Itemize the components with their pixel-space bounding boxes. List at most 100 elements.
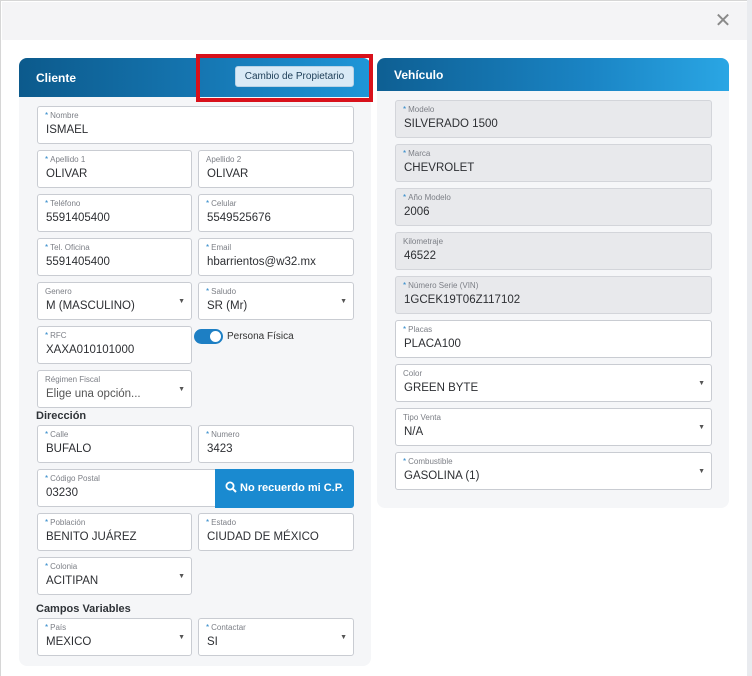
poblacion-field[interactable]: * Población BENITO JUÁREZ [37,513,192,551]
combustible-select[interactable]: * Combustible GASOLINA (1) ▼ [395,452,712,490]
chevron-down-icon: ▼ [698,380,705,387]
regimen-placeholder: Elige una opción... [46,388,141,400]
codigo-postal-field[interactable]: * Código Postal 03230 [37,469,217,507]
persona-fisica-toggle[interactable] [194,329,223,344]
no-recuerdo-cp-button[interactable]: No recuerdo mi C.P. [215,469,354,508]
marca-field: * Marca CHEVROLET [395,144,712,182]
tel-oficina-label: Tel. Oficina [50,243,90,252]
poblacion-label: Población [50,518,86,527]
pais-value: MEXICO [46,636,92,648]
apellido1-label: Apellido 1 [50,155,86,164]
celular-field[interactable]: * Celular 5549525676 [198,194,354,232]
estado-value: CIUDAD DE MÉXICO [207,531,319,543]
modelo-value: SILVERADO 1500 [404,118,498,130]
regimen-select[interactable]: Régimen Fiscal Elige una opción... ▼ [37,370,192,408]
modelo-label: Modelo [408,105,435,114]
tipo-venta-select[interactable]: Tipo Venta N/A ▼ [395,408,712,446]
saludo-value: SR (Mr) [207,300,248,312]
email-value: hbarrientos@w32.mx [207,256,316,268]
marca-label: Marca [408,149,431,158]
contactar-select[interactable]: * Contactar SI ▼ [198,618,354,656]
apellido1-value: OLIVAR [46,168,88,180]
codigo-postal-label: Código Postal [50,474,100,483]
rfc-value: XAXA010101000 [46,344,135,356]
pais-select[interactable]: * País MEXICO ▼ [37,618,192,656]
anio-modelo-field: * Año Modelo 2006 [395,188,712,226]
contactar-label: Contactar [211,623,246,632]
placas-label: Placas [408,325,433,334]
chevron-down-icon: ▼ [340,634,347,641]
color-value: GREEN BYTE [404,382,479,394]
vehiculo-header: Vehículo [377,58,729,91]
anio-modelo-value: 2006 [404,206,430,218]
rfc-field[interactable]: * RFC XAXA010101000 [37,326,192,364]
toggle-knob [210,331,221,342]
cambio-propietario-button[interactable]: Cambio de Propietario [235,66,354,87]
pais-label: País [50,623,67,632]
telefono-value: 5591405400 [46,212,110,224]
contactar-value: SI [207,636,218,648]
kilometraje-label: Kilometraje [403,237,444,246]
colonia-value: ACITIPAN [46,575,99,587]
nombre-label: Nombre [50,111,79,120]
colonia-label: Colonia [50,562,78,571]
scrollbar-track [747,0,752,676]
celular-value: 5549525676 [207,212,271,224]
numero-field[interactable]: * Numero 3423 [198,425,354,463]
genero-value: M (MASCULINO) [46,300,135,312]
email-field[interactable]: * Email hbarrientos@w32.mx [198,238,354,276]
saludo-select[interactable]: * Saludo SR (Mr) ▼ [198,282,354,320]
search-icon [225,481,237,493]
color-select[interactable]: Color GREEN BYTE ▼ [395,364,712,402]
close-icon[interactable]: ✕ [712,11,734,33]
email-label: Email [211,243,232,252]
estado-label: Estado [211,518,237,527]
chevron-down-icon: ▼ [698,424,705,431]
placas-field[interactable]: * Placas PLACA100 [395,320,712,358]
tel-oficina-field[interactable]: * Tel. Oficina 5591405400 [37,238,192,276]
estado-field[interactable]: * Estado CIUDAD DE MÉXICO [198,513,354,551]
combustible-value: GASOLINA (1) [404,470,480,482]
apellido2-label: Apellido 2 [206,155,242,164]
chevron-down-icon: ▼ [698,468,705,475]
combustible-label: Combustible [408,457,453,466]
tipo-venta-value: N/A [404,426,424,438]
chevron-down-icon: ▼ [340,298,347,305]
genero-label: Genero [45,287,72,296]
numero-serie-value: 1GCEK19T06Z117102 [404,294,521,306]
vehiculo-title: Vehículo [394,68,444,82]
telefono-label: Teléfono [50,199,81,208]
chevron-down-icon: ▼ [178,386,185,393]
numero-value: 3423 [207,443,233,455]
codigo-postal-value: 03230 [46,487,78,499]
numero-serie-field: * Número Serie (VIN) 1GCEK19T06Z117102 [395,276,712,314]
calle-value: BUFALO [46,443,92,455]
calle-label: Calle [50,430,69,439]
tipo-venta-label: Tipo Venta [403,413,441,422]
calle-field[interactable]: * Calle BUFALO [37,425,192,463]
modal-topbar [2,2,748,40]
chevron-down-icon: ▼ [178,573,185,580]
nombre-field[interactable]: * Nombre ISMAEL [37,106,354,144]
poblacion-value: BENITO JUÁREZ [46,531,137,543]
kilometraje-field: Kilometraje 46522 [395,232,712,270]
numero-serie-label: Número Serie (VIN) [408,281,479,290]
cliente-title: Cliente [36,71,77,85]
tel-oficina-value: 5591405400 [46,256,110,268]
color-label: Color [403,369,423,378]
telefono-field[interactable]: * Teléfono 5591405400 [37,194,192,232]
placas-value: PLACA100 [404,338,461,350]
chevron-down-icon: ▼ [178,298,185,305]
rfc-label: RFC [50,331,67,340]
regimen-label: Régimen Fiscal [45,375,101,384]
genero-select[interactable]: Genero M (MASCULINO) ▼ [37,282,192,320]
marca-value: CHEVROLET [404,162,475,174]
direccion-title: Dirección [36,410,87,422]
numero-label: Numero [211,430,240,439]
colonia-select[interactable]: * Colonia ACITIPAN ▼ [37,557,192,595]
apellido2-field[interactable]: Apellido 2 OLIVAR [198,150,354,188]
apellido1-field[interactable]: * Apellido 1 OLIVAR [37,150,192,188]
chevron-down-icon: ▼ [178,634,185,641]
saludo-label: Saludo [211,287,237,296]
modelo-field: * Modelo SILVERADO 1500 [395,100,712,138]
